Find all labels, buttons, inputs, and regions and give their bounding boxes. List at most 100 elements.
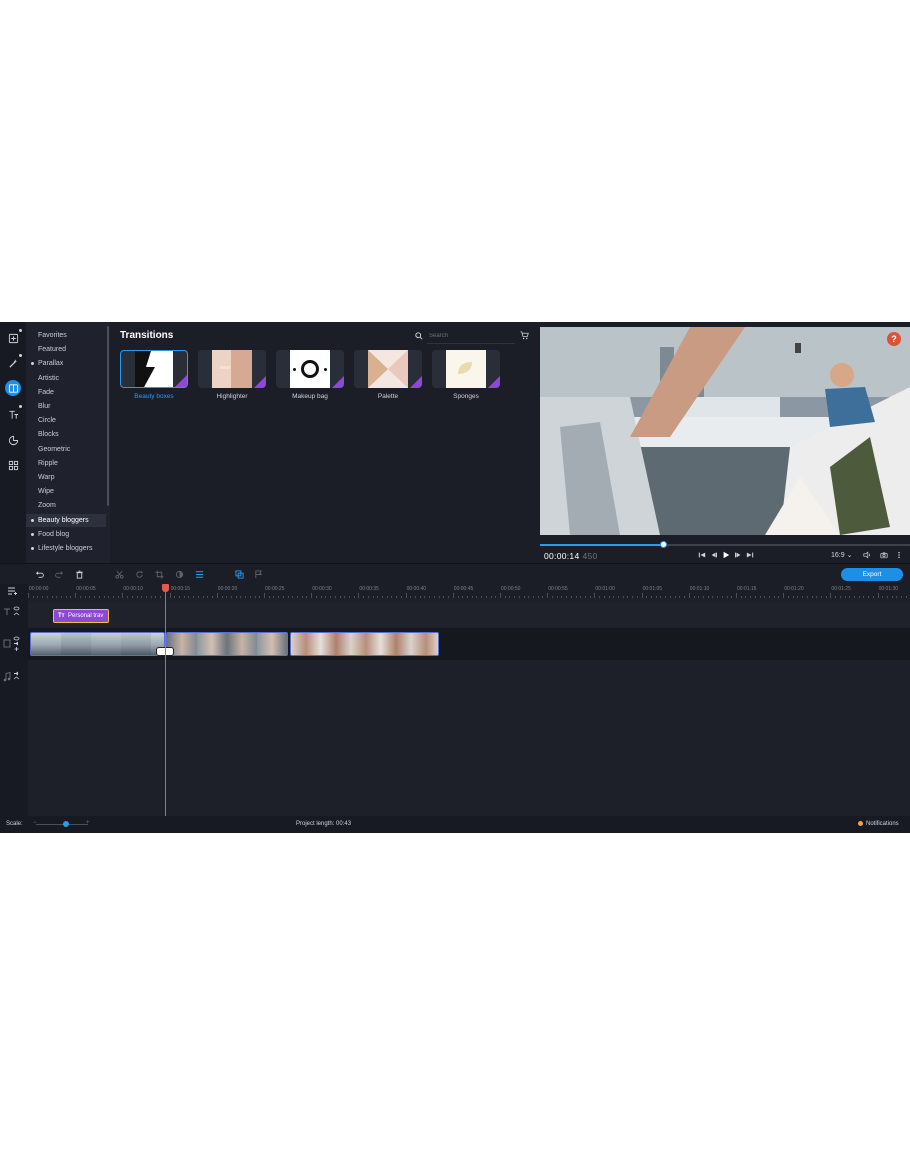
crop-icon[interactable]	[154, 569, 164, 579]
cart-icon[interactable]	[520, 331, 529, 340]
video-clip-2[interactable]	[166, 632, 288, 656]
playhead[interactable]	[165, 584, 166, 816]
help-button[interactable]: ?	[887, 332, 901, 346]
transition-label: Highlighter	[216, 393, 248, 400]
ruler-tick-label: 00:00:05	[76, 586, 96, 592]
play-icon[interactable]	[721, 550, 731, 560]
scale-slider-knob[interactable]	[63, 821, 69, 827]
delete-icon[interactable]	[74, 569, 84, 579]
category-item[interactable]: Favorites	[26, 329, 106, 342]
pro-badge	[488, 376, 500, 388]
category-item[interactable]: Blur	[26, 400, 106, 413]
category-item[interactable]: Featured	[26, 343, 106, 356]
video-clip-1[interactable]	[30, 632, 165, 656]
rotate-icon[interactable]	[134, 569, 144, 579]
import-icon[interactable]	[5, 329, 22, 346]
aspect-ratio-select[interactable]: 16:9 ⌄	[831, 551, 852, 559]
video-clip-3[interactable]	[290, 632, 439, 656]
magic-wand-icon[interactable]	[5, 354, 22, 371]
category-item[interactable]: Ripple	[26, 457, 106, 470]
tool-sidebar	[0, 322, 26, 563]
overlay-icon[interactable]	[234, 569, 244, 579]
category-item[interactable]: Blocks	[26, 428, 106, 441]
category-bullet-icon	[31, 362, 34, 366]
title-clip[interactable]: Tт Personal trav	[53, 609, 109, 623]
snapshot-icon[interactable]	[879, 550, 889, 560]
more-options-icon[interactable]	[894, 550, 904, 560]
timecode: 00:00:14 450	[544, 551, 598, 561]
category-scrollbar[interactable]	[107, 326, 109, 506]
playhead-handle[interactable]	[162, 584, 169, 592]
panel-title: Transitions	[120, 330, 174, 341]
zoom-out-icon[interactable]: −	[33, 820, 37, 826]
category-bullet-icon	[31, 532, 34, 536]
scale-label: Scale:	[6, 821, 23, 827]
video-preview[interactable]	[540, 327, 910, 535]
category-item[interactable]: Fade	[26, 386, 106, 399]
notification-bell-icon[interactable]	[858, 821, 863, 826]
transition-beauty-boxes[interactable]	[120, 350, 188, 388]
marker-icon[interactable]	[253, 569, 263, 579]
track-controls-icon[interactable]	[13, 636, 20, 652]
volume-icon[interactable]	[862, 550, 872, 560]
audio-track-controls-icon[interactable]	[13, 670, 20, 682]
transition-palette[interactable]	[354, 350, 422, 388]
text-track[interactable]	[28, 603, 910, 627]
category-item[interactable]: Food blog	[26, 528, 106, 541]
category-item[interactable]: Circle	[26, 414, 106, 427]
clip-properties-icon[interactable]	[194, 569, 204, 579]
category-label: Fade	[38, 388, 54, 396]
notifications-link[interactable]: Notifications	[866, 821, 899, 827]
add-track-icon[interactable]	[8, 587, 18, 595]
titles-icon[interactable]	[5, 405, 22, 422]
category-label: Ripple	[38, 459, 58, 467]
transitions-icon[interactable]	[5, 380, 21, 396]
transition-label: Sponges	[453, 393, 479, 400]
transition-sponges[interactable]	[432, 350, 500, 388]
category-item[interactable]: Geometric	[26, 443, 106, 456]
scale-slider[interactable]	[36, 824, 88, 825]
status-bar: Scale: − + Project length: 00:43 Notific…	[0, 816, 910, 833]
category-bullet-icon	[31, 547, 34, 550]
category-item[interactable]: Warp	[26, 471, 106, 484]
category-label: Featured	[38, 346, 67, 354]
stickers-icon[interactable]	[5, 432, 21, 448]
skip-forward-icon[interactable]	[745, 550, 755, 560]
transition-highlighter[interactable]	[198, 350, 266, 388]
category-label: Parallax	[38, 360, 64, 368]
ruler-tick-label: 00:00:10	[123, 586, 143, 592]
search-input[interactable]	[429, 330, 511, 342]
category-item[interactable]: Artistic	[26, 372, 106, 385]
track-header-column	[0, 584, 28, 816]
redo-icon[interactable]	[54, 569, 64, 579]
ruler-tick-label: 00:01:25	[831, 586, 851, 592]
cut-icon[interactable]	[114, 569, 124, 579]
color-adjust-icon[interactable]	[174, 569, 184, 579]
category-item[interactable]: Lifestyle bloggers	[26, 542, 106, 555]
pro-badge	[175, 375, 187, 387]
ruler-tick-label: 00:00:15	[170, 586, 191, 592]
ruler-tick-label: 00:00:55	[548, 586, 568, 592]
pro-badge	[410, 376, 422, 388]
more-tools-icon[interactable]	[5, 457, 21, 473]
category-item[interactable]: Wipe	[26, 485, 106, 498]
ruler-tick-label: 00:01:05	[642, 586, 663, 592]
category-item[interactable]: Parallax	[26, 357, 106, 370]
video-editor-window: Favorites Featured Parallax Artistic Fade Blu…	[0, 322, 910, 833]
export-button[interactable]: Export	[841, 568, 903, 581]
category-item[interactable]: Beauty bloggers	[26, 513, 106, 527]
undo-icon[interactable]	[34, 569, 44, 579]
skip-back-icon[interactable]	[697, 550, 707, 560]
pro-badge	[332, 376, 344, 388]
category-item[interactable]: Zoom	[26, 499, 106, 512]
ruler-tick-label: 00:01:00	[595, 586, 615, 592]
track-visibility-icon[interactable]	[13, 606, 20, 618]
frame-back-icon[interactable]	[709, 550, 719, 560]
frame-forward-icon[interactable]	[733, 550, 743, 560]
timeline-ruler[interactable]: 00:00:00 00:00:05 00:00:10 00:00:15 00:00:20…	[28, 584, 910, 598]
search-field[interactable]	[415, 330, 515, 344]
video-track-icon	[3, 639, 11, 648]
playback-knob[interactable]	[660, 541, 668, 548]
transition-makeup-bag[interactable]	[276, 350, 344, 388]
zoom-in-icon[interactable]: +	[86, 820, 90, 826]
